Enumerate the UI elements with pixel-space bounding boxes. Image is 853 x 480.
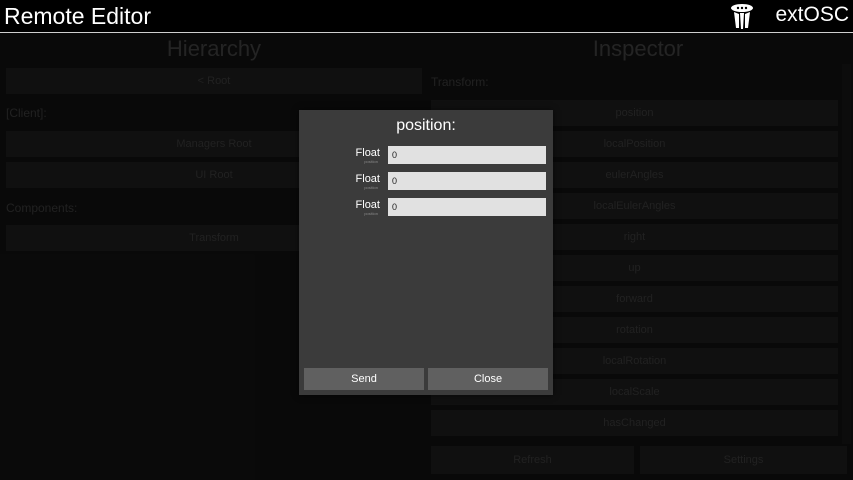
float-field-row: Float position 0 (299, 146, 553, 166)
position-dialog: position: Float position 0 Float positio… (299, 110, 553, 395)
top-bar: Remote Editor extOSC (0, 0, 853, 33)
field-sub-label: position (364, 211, 378, 216)
brand-name: extOSC (775, 3, 849, 26)
float-input-y[interactable]: 0 (388, 172, 546, 190)
float-field-row: Float position 0 (299, 198, 553, 218)
float-field-row: Float position 0 (299, 172, 553, 192)
extosc-logo-icon (731, 4, 753, 29)
field-type-label: Float (355, 173, 380, 185)
float-input-x[interactable]: 0 (388, 146, 546, 164)
field-sub-label: position (364, 185, 378, 190)
app-title: Remote Editor (4, 3, 152, 29)
close-button[interactable]: Close (428, 368, 548, 390)
float-input-z[interactable]: 0 (388, 198, 546, 216)
field-sub-label: position (364, 159, 378, 164)
field-type-label: Float (355, 147, 380, 159)
field-type-label: Float (355, 199, 380, 211)
send-button[interactable]: Send (304, 368, 424, 390)
dialog-title: position: (396, 117, 456, 134)
